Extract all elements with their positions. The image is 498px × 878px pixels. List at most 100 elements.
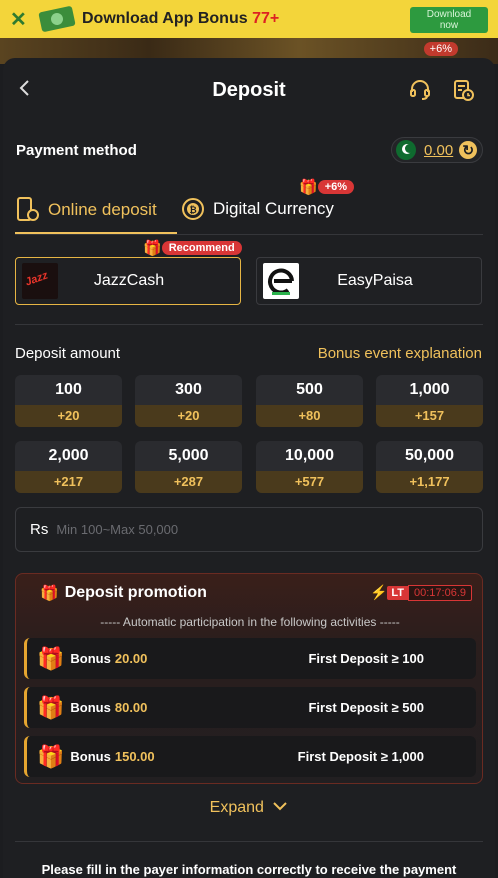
gift-icon: 🎁 bbox=[40, 585, 59, 602]
bonus-condition: First Deposit ≥ 1,000 bbox=[297, 749, 424, 764]
amount-value: 500 bbox=[296, 381, 323, 398]
amount-option[interactable]: 500 +80 bbox=[256, 375, 363, 427]
amount-bonus: +217 bbox=[15, 471, 122, 493]
download-line2: now bbox=[439, 20, 459, 31]
promotion-row: 🎁 Bonus 20.00 First Deposit ≥ 100 bbox=[24, 638, 476, 679]
footer-divider bbox=[15, 841, 483, 842]
gift-box-icon: 🎁 bbox=[37, 645, 65, 671]
limited-time-badge: ⚡ LT 00:17:06.9 bbox=[370, 584, 472, 601]
promotion-row: 🎁 Bonus 80.00 First Deposit ≥ 500 bbox=[24, 687, 476, 728]
jazzcash-logo bbox=[22, 263, 58, 299]
channel-easypaisa[interactable]: EasyPaisa bbox=[256, 257, 482, 305]
amount-value: 100 bbox=[55, 381, 82, 398]
banner-title: Download App Bonus 77+ bbox=[82, 10, 279, 28]
deposit-page: ✕ Download App Bonus 77+ Download now +6… bbox=[0, 0, 498, 878]
digital-bonus-pill: +6% bbox=[317, 180, 355, 194]
tab-divider bbox=[15, 234, 483, 235]
tab-digital-label: Digital Currency bbox=[213, 199, 334, 218]
payer-info-note: Please fill in the payer information cor… bbox=[41, 862, 457, 877]
amount-option[interactable]: 50,000 +1,177 bbox=[376, 441, 483, 493]
banner-title-text: Download App Bonus bbox=[82, 10, 253, 27]
bitcoin-icon: ₿ bbox=[182, 198, 204, 220]
amount-option[interactable]: 1,000 +157 bbox=[376, 375, 483, 427]
balance-value: 0.00 bbox=[424, 141, 454, 159]
phone-icon bbox=[17, 197, 39, 221]
payment-method-label: Payment method bbox=[16, 142, 137, 159]
refresh-icon[interactable]: ↻ bbox=[459, 141, 478, 159]
bonus-condition: First Deposit ≥ 100 bbox=[308, 651, 424, 666]
amount-option[interactable]: 5,000 +287 bbox=[135, 441, 242, 493]
expand-label: Expand bbox=[209, 799, 264, 816]
bonus-value: 80.00 bbox=[114, 700, 148, 715]
promotion-title-text: Deposit promotion bbox=[64, 584, 207, 601]
modal-header: Deposit bbox=[3, 58, 495, 122]
lightning-icon: ⚡ bbox=[369, 584, 388, 600]
promotion-row: 🎁 Bonus 150.00 First Deposit ≥ 1,000 bbox=[24, 736, 476, 777]
tab-online-label: Online deposit bbox=[48, 200, 157, 219]
deposit-amount-label: Deposit amount bbox=[15, 345, 121, 362]
expand-button[interactable]: Expand bbox=[3, 799, 495, 817]
pakistan-flag-icon bbox=[396, 140, 416, 160]
bonus-label: Bonus bbox=[70, 749, 111, 764]
close-icon[interactable]: ✕ bbox=[10, 7, 34, 32]
easypaisa-logo bbox=[263, 263, 299, 299]
amount-bonus: +80 bbox=[256, 405, 363, 427]
amount-input[interactable]: Rs Min 100~Max 50,000 bbox=[15, 507, 483, 552]
deposit-promotion-card: 🎁 Deposit promotion ⚡ LT 00:17:06.9 ----… bbox=[15, 573, 483, 784]
gift-icon: 🎁 bbox=[143, 240, 162, 257]
gift-icon: 🎁 bbox=[299, 179, 318, 196]
amount-value: 2,000 bbox=[48, 447, 89, 464]
channel-jazzcash[interactable]: JazzCash bbox=[15, 257, 241, 305]
history-icon[interactable] bbox=[451, 78, 475, 102]
easypaisa-e-icon bbox=[268, 268, 294, 295]
download-now-button[interactable]: Download now bbox=[410, 7, 488, 33]
download-line1: Download bbox=[426, 9, 472, 20]
amount-value: 5,000 bbox=[168, 447, 209, 464]
amount-bonus: +157 bbox=[376, 405, 483, 427]
bonus-label: Bonus bbox=[70, 700, 111, 715]
bonus-label: Bonus bbox=[70, 651, 111, 666]
amount-bonus: +577 bbox=[256, 471, 363, 493]
chevron-down-icon bbox=[273, 802, 288, 811]
currency-symbol: Rs bbox=[30, 521, 49, 538]
digital-bonus-tag: 🎁 +6% bbox=[299, 178, 355, 196]
amount-value: 300 bbox=[175, 381, 202, 398]
amount-bonus: +287 bbox=[135, 471, 242, 493]
amount-placeholder: Min 100~Max 50,000 bbox=[56, 522, 179, 537]
headset-icon[interactable] bbox=[408, 78, 432, 102]
deposit-modal: Deposit Payment method 0.00 ↻ Online dep… bbox=[3, 58, 495, 878]
promotion-title: 🎁 Deposit promotion bbox=[40, 584, 207, 602]
money-icon bbox=[38, 5, 76, 33]
amount-value: 10,000 bbox=[285, 447, 334, 464]
channel-easypaisa-label: EasyPaisa bbox=[337, 272, 413, 289]
svg-text:₿: ₿ bbox=[189, 205, 196, 215]
amount-option[interactable]: 10,000 +577 bbox=[256, 441, 363, 493]
section-divider bbox=[15, 324, 483, 325]
recommend-pill: Recommend bbox=[161, 241, 242, 255]
banner-title-accent: 77+ bbox=[252, 10, 280, 27]
amount-value: 1,000 bbox=[409, 381, 450, 398]
countdown-timer: 00:17:06.9 bbox=[408, 584, 472, 601]
gift-box-icon: 🎁 bbox=[37, 743, 65, 769]
gift-box-icon: 🎁 bbox=[37, 694, 65, 720]
amount-option[interactable]: 2,000 +217 bbox=[15, 441, 122, 493]
bonus-condition: First Deposit ≥ 500 bbox=[308, 700, 424, 715]
lt-tag: LT bbox=[387, 585, 408, 600]
tab-digital-currency[interactable]: ₿ Digital Currency bbox=[181, 197, 334, 221]
bonus-event-link[interactable]: Bonus event explanation bbox=[318, 345, 482, 362]
download-app-banner: ✕ Download App Bonus 77+ Download now bbox=[0, 0, 498, 38]
background-bonus-pill: +6% bbox=[423, 42, 458, 56]
bonus-value: 150.00 bbox=[114, 749, 155, 764]
promotion-subtitle: ----- Automatic participation in the fol… bbox=[100, 615, 400, 629]
amount-option[interactable]: 100 +20 bbox=[15, 375, 122, 427]
amount-value: 50,000 bbox=[405, 447, 454, 464]
channel-jazzcash-label: JazzCash bbox=[93, 272, 165, 289]
bonus-value: 20.00 bbox=[114, 651, 148, 666]
recommend-tag: 🎁 Recommend bbox=[143, 239, 242, 257]
amount-bonus: +1,177 bbox=[376, 471, 483, 493]
tab-online-deposit[interactable]: Online deposit bbox=[16, 197, 157, 223]
amount-option[interactable]: 300 +20 bbox=[135, 375, 242, 427]
balance-pill: 0.00 ↻ bbox=[391, 137, 483, 163]
amount-bonus: +20 bbox=[15, 405, 122, 427]
amount-bonus: +20 bbox=[135, 405, 242, 427]
